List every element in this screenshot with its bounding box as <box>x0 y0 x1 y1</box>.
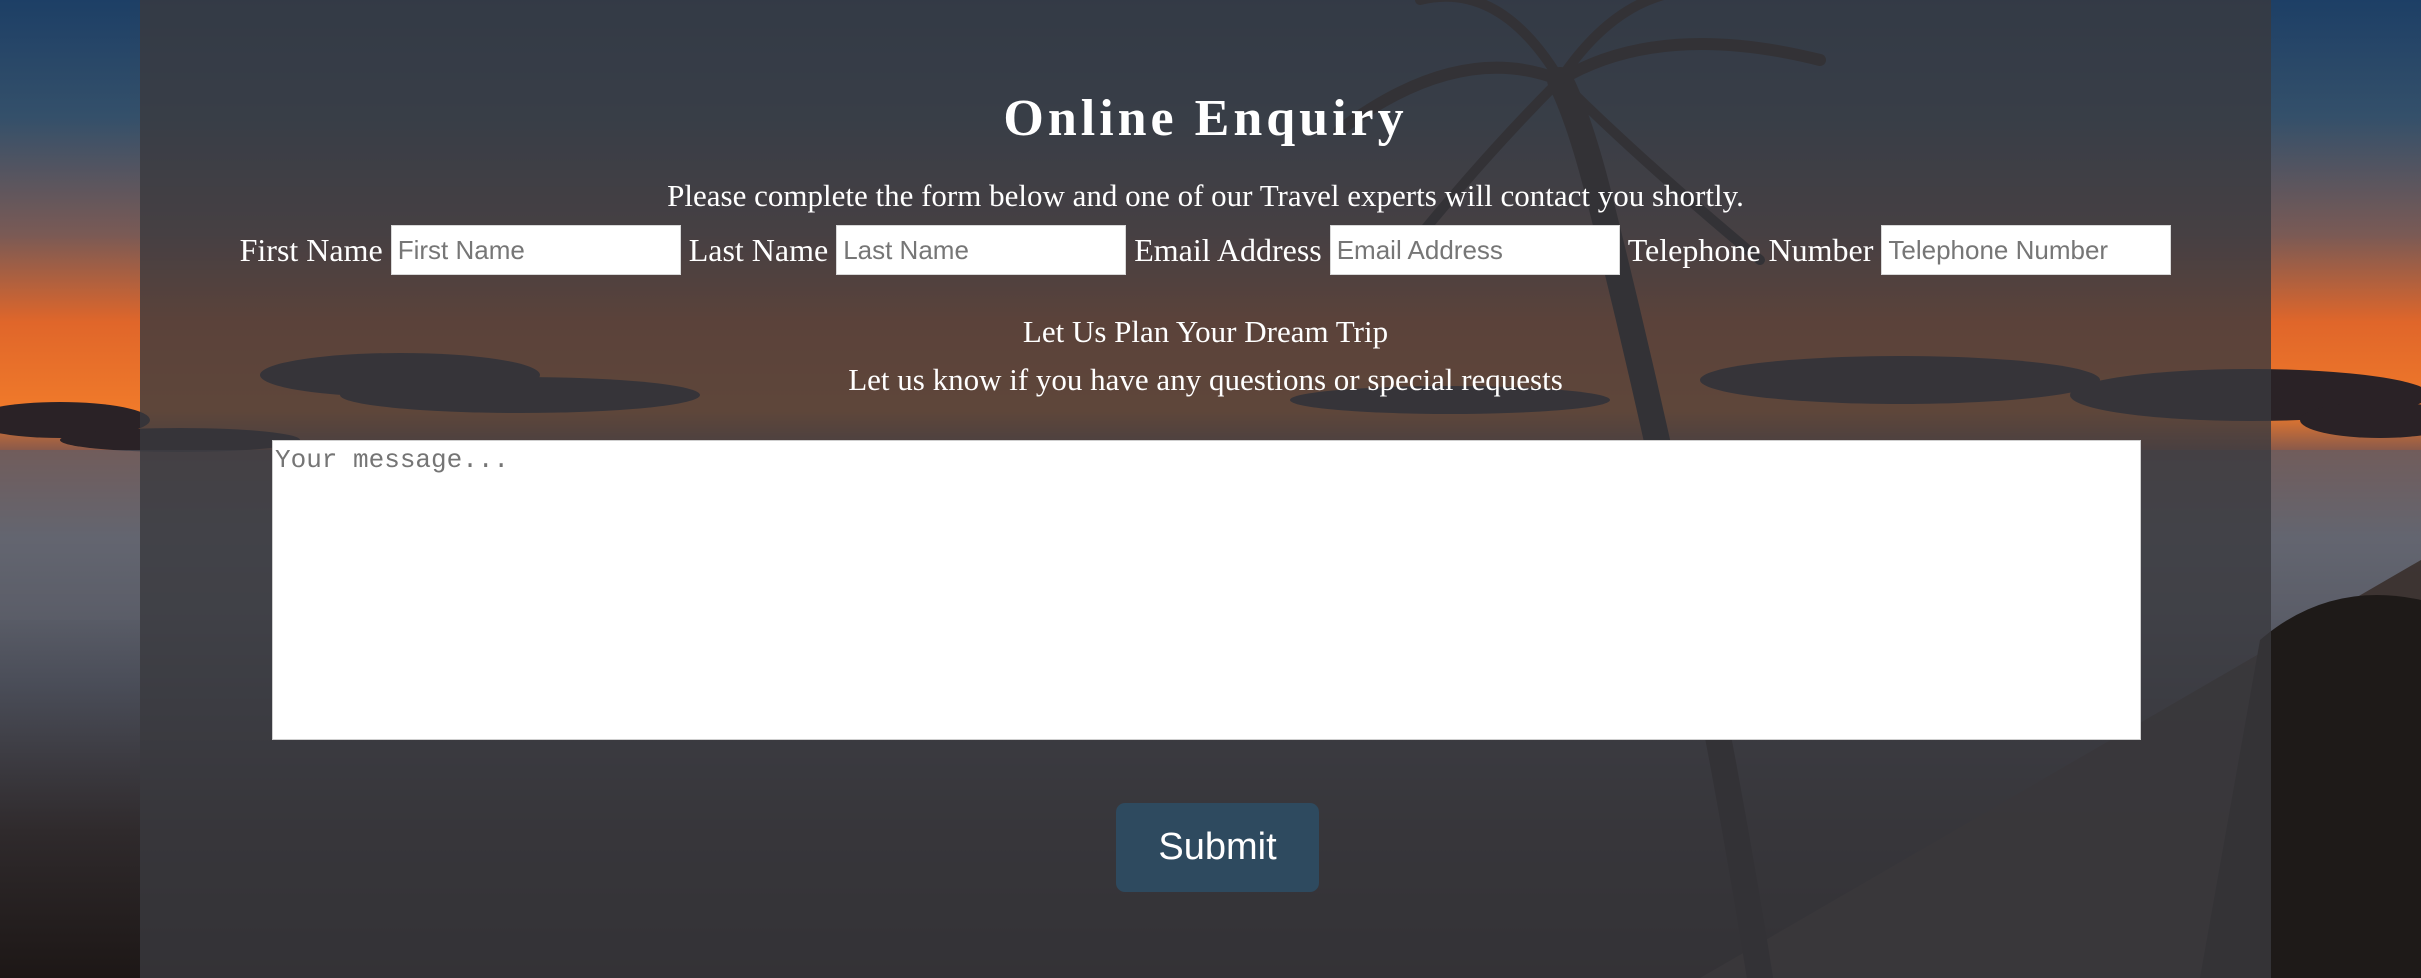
enquiry-form-panel: Online Enquiry Please complete the form … <box>140 0 2271 978</box>
message-textarea[interactable] <box>272 440 2141 740</box>
first-name-label: First Name <box>239 232 383 268</box>
dream-trip-heading: Let Us Plan Your Dream Trip <box>1022 314 1389 349</box>
telephone-number-label: Telephone Number <box>1627 232 1874 268</box>
submit-button[interactable]: Submit <box>1116 803 1319 892</box>
telephone-number-input[interactable] <box>1881 225 2172 275</box>
contact-fields-row: First Name Last Name Email Address Telep… <box>140 224 2271 276</box>
last-name-input[interactable] <box>836 225 1127 275</box>
email-address-label: Email Address <box>1134 232 1322 268</box>
requests-subtext: Let us know if you have any questions or… <box>848 362 1563 397</box>
email-address-input[interactable] <box>1329 225 1620 275</box>
form-intro-text: Please complete the form below and one o… <box>667 178 1744 213</box>
last-name-label: Last Name <box>688 232 829 268</box>
page-title: Online Enquiry <box>1003 90 1408 147</box>
first-name-input[interactable] <box>390 225 681 275</box>
